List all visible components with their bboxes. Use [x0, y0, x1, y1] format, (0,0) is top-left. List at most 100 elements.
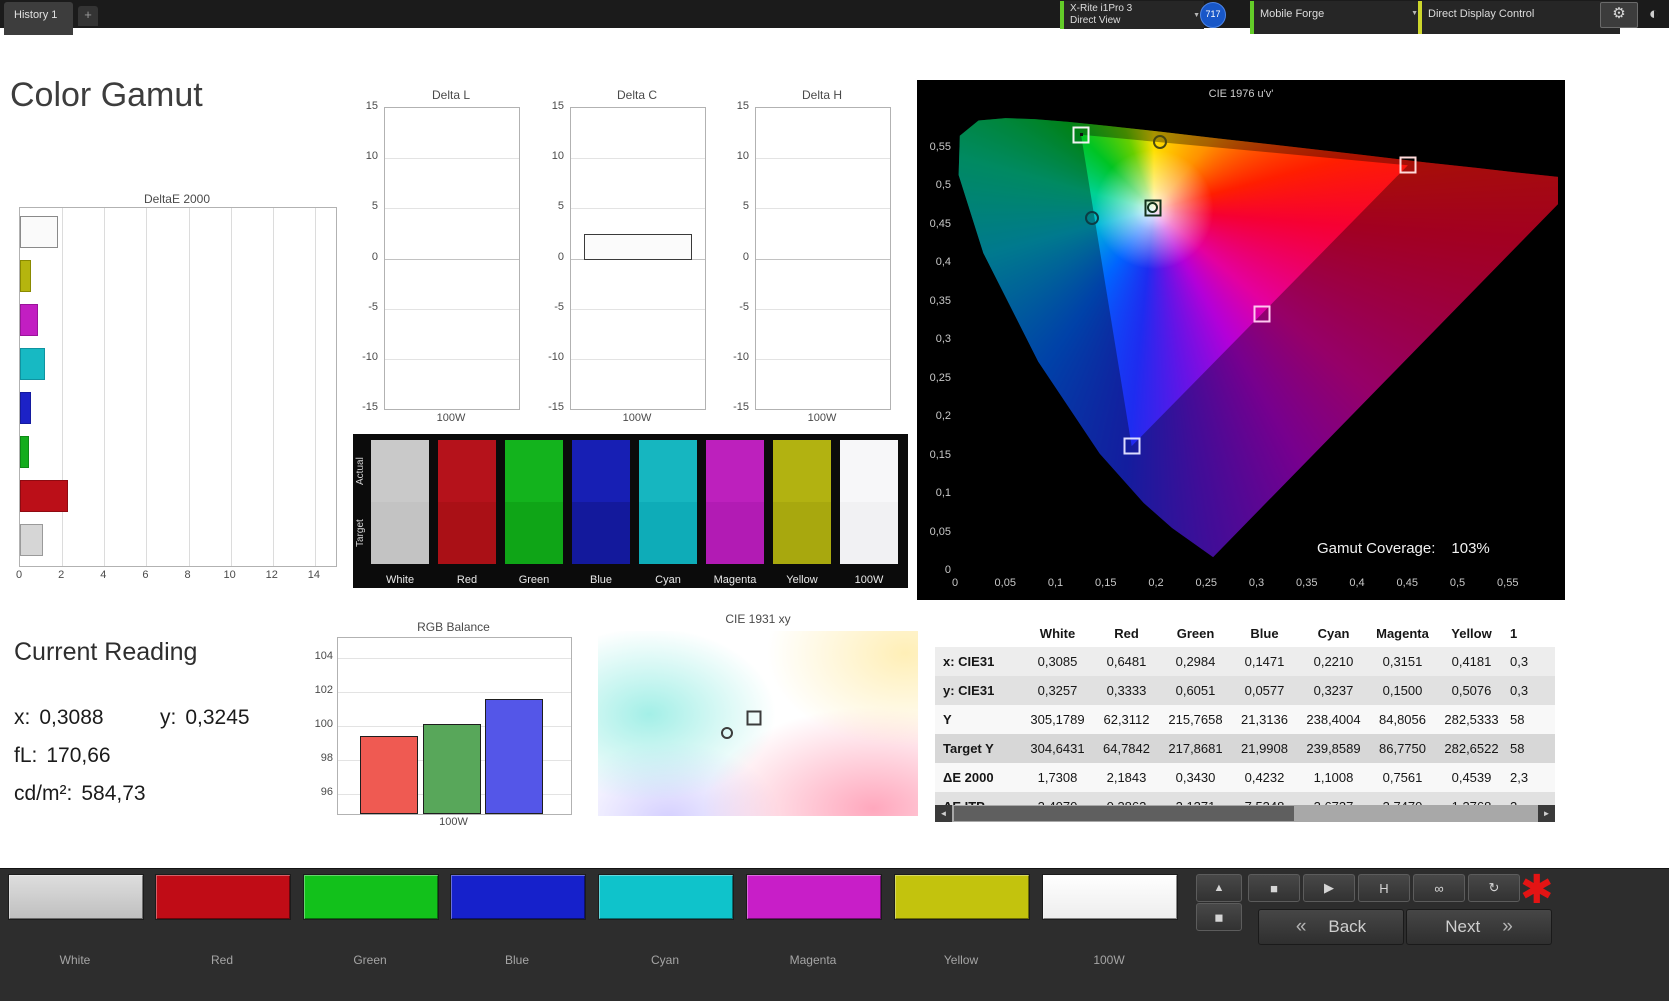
- axis-tick-label: -15: [548, 401, 564, 413]
- axis-tick-label: 0,35: [1296, 577, 1318, 589]
- axis-tick-label: 0,25: [929, 371, 951, 384]
- swatch-label: Blue: [589, 574, 613, 586]
- delta-chart-plot: [384, 107, 520, 410]
- table-row: Y 305,1789 62,3112 215,7658 21,3136 238,4004 8…: [935, 705, 1555, 734]
- row-label-actual: Actual: [355, 457, 366, 485]
- patch-button-white[interactable]: [8, 874, 144, 920]
- axis-tick-label: 2: [58, 569, 65, 581]
- table-cell: 282,5333: [1444, 712, 1499, 727]
- table-cell: 215,7658: [1168, 712, 1223, 727]
- table-header-cell: 1: [1510, 625, 1518, 641]
- back-button[interactable]: « Back: [1258, 909, 1404, 945]
- pattern-icon: H: [1379, 880, 1389, 896]
- meter-name: X-Rite i1Pro 3: [1070, 3, 1133, 14]
- table-cell: 62,3112: [1103, 712, 1150, 727]
- swatch-actual: [639, 440, 697, 502]
- table-row-label: x: CIE31: [943, 654, 995, 669]
- row-label-target: Target: [355, 519, 366, 547]
- table-row: x: CIE31 0,3085 0,6481 0,2984 0,1471 0,2210 0,…: [935, 647, 1555, 676]
- patch-button-cyan[interactable]: [598, 874, 734, 920]
- abort-icon[interactable]: ✱: [1520, 867, 1554, 913]
- axis-tick-label: 0,15: [929, 448, 951, 461]
- scroll-left-button[interactable]: ◄: [935, 805, 952, 822]
- loop-button[interactable]: ∞: [1413, 874, 1465, 902]
- table-row-label: Target Y: [943, 741, 994, 756]
- table-cell: 0,2210: [1313, 654, 1354, 669]
- gridline: [756, 158, 890, 160]
- axis-tick-label: 96: [320, 786, 333, 798]
- axis-tick-label: 0,3: [1248, 577, 1265, 589]
- refresh-icon: ↻: [1488, 880, 1500, 895]
- table-horizontal-scrollbar[interactable]: ◄ ►: [935, 805, 1555, 822]
- table-row: ΔE 2000 1,7308 2,1843 0,3430 0,4232 1,1008 0,7…: [935, 763, 1555, 792]
- stop-button[interactable]: ■: [1248, 874, 1300, 902]
- swatch-target: [371, 502, 429, 564]
- marker-magenta: [1253, 305, 1271, 323]
- table-cell: 0,2984: [1175, 654, 1216, 669]
- table-header-cell: Blue: [1250, 625, 1279, 641]
- table-cell: 21,9908: [1241, 741, 1288, 756]
- deltae-gridline: [272, 208, 274, 566]
- table-header-row: White Red Green Blue Cyan Magenta Yellow 1: [935, 619, 1555, 647]
- settings-button[interactable]: ⚙: [1600, 2, 1638, 28]
- table-cell: 0,3085: [1037, 654, 1078, 669]
- gridline: [756, 258, 890, 260]
- swatch-target: [773, 502, 831, 564]
- gridline: [385, 158, 519, 160]
- table-cell: 0,3257: [1037, 683, 1078, 698]
- deltae-bar-yellow: [20, 260, 32, 292]
- scroll-right-button[interactable]: ►: [1538, 805, 1555, 822]
- scroll-track[interactable]: [952, 805, 1538, 822]
- axis-tick-label: 0,15: [1095, 577, 1117, 589]
- patch-button-red[interactable]: [155, 874, 291, 920]
- pattern-button[interactable]: H: [1358, 874, 1410, 902]
- scroll-thumb[interactable]: [954, 806, 1294, 821]
- axis-tick-label: 0,05: [994, 577, 1016, 589]
- axis-tick-label: 5: [371, 200, 378, 213]
- patch-button-yellow[interactable]: [894, 874, 1030, 920]
- patch-button-blue[interactable]: [450, 874, 586, 920]
- table-cell: 2,3: [1510, 770, 1529, 785]
- table-header-cell: Magenta: [1376, 625, 1429, 641]
- tab-history-1[interactable]: History 1: [4, 2, 74, 35]
- axis-tick-label: 0: [371, 250, 378, 263]
- table-cell: 0,4232: [1244, 770, 1285, 785]
- patch-button-100w[interactable]: [1042, 874, 1178, 920]
- table-header-cell: Cyan: [1317, 625, 1350, 641]
- axis-tick-label: 0,35: [929, 294, 951, 307]
- axis-tick-label: -10: [548, 350, 564, 363]
- swatch-100w: 100W: [840, 440, 898, 586]
- swatch-target: [505, 502, 563, 564]
- axis-tick-label: 104: [314, 650, 333, 662]
- gridline: [571, 208, 705, 210]
- patch-label: Blue: [504, 953, 530, 967]
- refresh-button[interactable]: ↻: [1468, 874, 1520, 902]
- next-label: Next: [1445, 917, 1481, 936]
- display-control-dropdown[interactable]: Direct Display Control ▼: [1418, 1, 1620, 34]
- deltae-gridline: [104, 208, 106, 566]
- swatch-green: Green: [505, 440, 563, 586]
- collapse-icon: ▲: [1213, 882, 1225, 894]
- deltae-bar-red: [20, 480, 68, 512]
- table-cell: 0,3: [1510, 683, 1529, 698]
- add-tab-button[interactable]: +: [78, 6, 98, 26]
- gridline: [338, 692, 571, 693]
- table-header-cell: Green: [1176, 625, 1215, 641]
- next-button[interactable]: Next »: [1406, 909, 1552, 945]
- meter-dropdown[interactable]: X-Rite i1Pro 3 Direct View ▼: [1060, 1, 1204, 29]
- axis-tick-label: 5: [742, 200, 749, 213]
- patch-button-magenta[interactable]: [746, 874, 882, 920]
- stop-icon: ■: [1270, 880, 1278, 896]
- top-bar: History 1 + X-Rite i1Pro 3 Direct View ▼…: [0, 0, 1669, 35]
- source-dropdown[interactable]: Mobile Forge ▼: [1250, 1, 1422, 34]
- theme-toggle-button[interactable]: ◐: [1642, 2, 1666, 26]
- collapse-button[interactable]: ▲: [1196, 874, 1242, 902]
- play-button[interactable]: ▶: [1303, 874, 1355, 902]
- reading-fl-value: 170,66: [46, 744, 111, 767]
- window-button[interactable]: ◼: [1196, 903, 1242, 931]
- deltae-gridline: [230, 208, 232, 566]
- deltae-chart: [19, 207, 337, 567]
- patch-button-green[interactable]: [303, 874, 439, 920]
- gamut-triangle-overlay: [958, 118, 1558, 558]
- axis-tick-label: -5: [368, 300, 378, 313]
